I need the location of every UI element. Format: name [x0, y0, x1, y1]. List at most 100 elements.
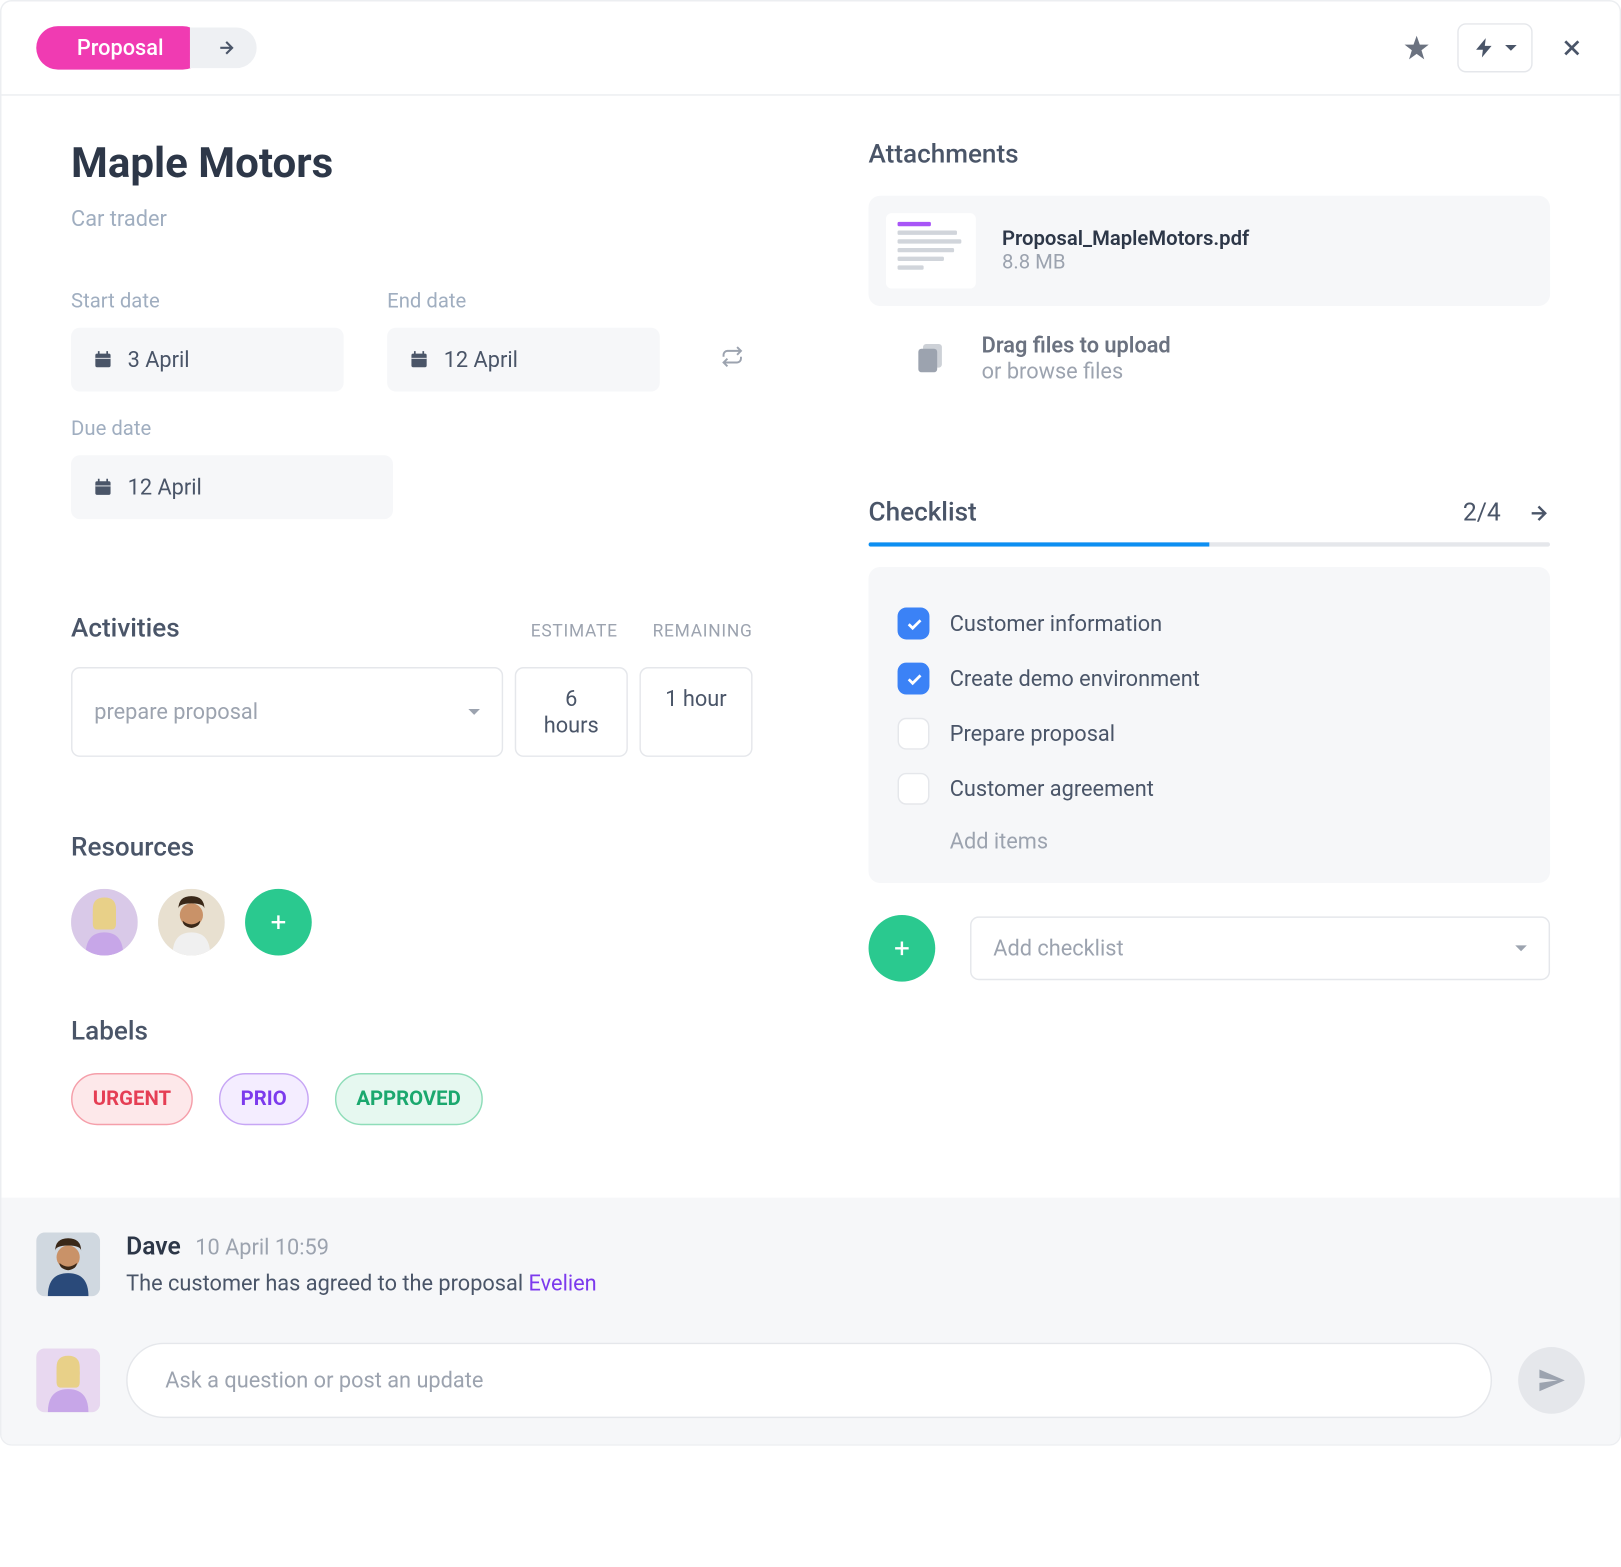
comment-body: Dave 10 April 10:59 The customer has agr… — [126, 1233, 1585, 1297]
checklist-item: Prepare proposal — [898, 706, 1522, 761]
activities-title: Activities — [71, 613, 180, 643]
next-stage-button[interactable] — [190, 28, 257, 69]
arrow-right-icon — [216, 38, 236, 58]
add-items-button[interactable]: Add items — [898, 816, 1522, 854]
check-icon — [904, 614, 923, 633]
current-user-avatar[interactable] — [36, 1349, 100, 1413]
file-thumbnail — [886, 213, 976, 288]
start-date-group: Start date 3 April — [71, 290, 344, 392]
right-column: Attachments Proposal_MapleMotors.pdf 8.8… — [869, 139, 1551, 1125]
repeat-button[interactable] — [703, 328, 761, 392]
compose-row: Ask a question or post an update — [36, 1325, 1585, 1444]
estimate-label: ESTIMATE — [531, 621, 618, 641]
add-resource-button[interactable] — [245, 889, 312, 956]
compose-input[interactable]: Ask a question or post an update — [126, 1343, 1492, 1418]
end-date-group: End date 12 April — [387, 290, 660, 392]
labels-section: Labels URGENT PRIO APPROVED — [71, 1016, 753, 1125]
file-name: Proposal_MapleMotors.pdf — [1002, 228, 1249, 251]
send-icon — [1537, 1366, 1566, 1395]
comment-header: Dave 10 April 10:59 — [126, 1233, 1585, 1262]
start-date-value: 3 April — [128, 347, 190, 373]
add-checklist-select[interactable]: Add checklist — [970, 916, 1550, 980]
caret-down-icon — [1505, 45, 1517, 51]
upload-dropzone[interactable]: Drag files to upload or browse files — [869, 306, 1551, 410]
mention-link[interactable]: Evelien — [529, 1270, 597, 1296]
add-checklist-row: Add checklist — [869, 915, 1551, 982]
record-modal: Proposal Maple Motors Car trader Start d… — [0, 0, 1621, 1446]
caret-down-icon — [1515, 945, 1527, 951]
labels-row: URGENT PRIO APPROVED — [71, 1073, 753, 1125]
checklist-item: Customer information — [898, 596, 1522, 651]
checklist-progress-fill — [869, 542, 1210, 546]
repeat-icon — [721, 345, 744, 368]
label-approved[interactable]: APPROVED — [335, 1073, 483, 1125]
checklist-item-label: Prepare proposal — [950, 721, 1115, 747]
start-date-input[interactable]: 3 April — [71, 328, 344, 392]
check-icon — [904, 669, 923, 688]
caret-down-icon — [468, 709, 480, 715]
checklist-item-label: Customer agreement — [950, 776, 1154, 802]
files-icon — [912, 339, 950, 377]
modal-body: Maple Motors Car trader Start date 3 Apr… — [1, 96, 1619, 1198]
due-date-value: 12 April — [128, 474, 202, 500]
calendar-icon — [93, 349, 113, 369]
due-date-input[interactable]: 12 April — [71, 455, 393, 519]
checkbox-unchecked[interactable] — [898, 773, 930, 805]
header-actions — [1402, 23, 1585, 72]
due-date-group: Due date 12 April — [71, 418, 393, 520]
label-prio[interactable]: PRIO — [219, 1073, 309, 1125]
add-checklist-placeholder: Add checklist — [993, 935, 1123, 961]
calendar-icon — [93, 477, 113, 497]
add-checklist-button[interactable] — [869, 915, 936, 982]
resources-section: Resources — [71, 832, 753, 955]
checkbox-checked[interactable] — [898, 663, 930, 695]
remaining-field[interactable]: 1 hour — [639, 667, 752, 757]
resources-title: Resources — [71, 832, 753, 862]
checklist-progress-bar — [869, 542, 1551, 546]
upload-sub-text: or browse files — [982, 358, 1171, 384]
actions-dropdown[interactable] — [1457, 23, 1532, 72]
activity-name: prepare proposal — [94, 699, 258, 725]
activities-header: Activities ESTIMATE REMAINING — [71, 613, 753, 643]
resource-avatar-2[interactable] — [158, 889, 225, 956]
estimate-field[interactable]: 6 hours — [515, 667, 628, 757]
close-icon[interactable] — [1559, 35, 1585, 61]
send-button[interactable] — [1518, 1347, 1585, 1414]
checklist-progress-text: 2/4 — [1463, 498, 1501, 527]
star-icon[interactable] — [1402, 33, 1431, 62]
due-date-label: Due date — [71, 418, 393, 441]
attachment-item[interactable]: Proposal_MapleMotors.pdf 8.8 MB — [869, 196, 1551, 306]
checkbox-unchecked[interactable] — [898, 718, 930, 750]
record-title: Maple Motors — [71, 139, 753, 188]
file-size: 8.8 MB — [1002, 251, 1249, 274]
checklist-item-label: Create demo environment — [950, 666, 1200, 692]
file-info: Proposal_MapleMotors.pdf 8.8 MB — [1002, 228, 1249, 274]
label-urgent[interactable]: URGENT — [71, 1073, 193, 1125]
plus-icon — [267, 911, 290, 934]
attachments-title: Attachments — [869, 139, 1551, 169]
resource-avatars — [71, 889, 753, 956]
comment-text: The customer has agreed to the proposal … — [126, 1270, 1585, 1296]
record-subtitle: Car trader — [71, 206, 753, 232]
checkbox-checked[interactable] — [898, 608, 930, 640]
activity-select[interactable]: prepare proposal — [71, 667, 503, 757]
plus-icon — [890, 937, 913, 960]
end-date-input[interactable]: 12 April — [387, 328, 660, 392]
checklist-header-right: 2/4 — [1463, 498, 1550, 527]
stage-controls: Proposal — [36, 26, 256, 70]
start-date-label: Start date — [71, 290, 344, 313]
checklist-header: Checklist 2/4 — [869, 497, 1551, 527]
comment-author-avatar[interactable] — [36, 1233, 100, 1297]
activities-columns: ESTIMATE REMAINING — [531, 621, 753, 641]
stage-badge[interactable]: Proposal — [36, 26, 204, 70]
end-date-label: End date — [387, 290, 660, 313]
calendar-icon — [409, 349, 429, 369]
resource-avatar-1[interactable] — [71, 889, 138, 956]
checklist-box: Customer information Create demo environ… — [869, 567, 1551, 883]
end-date-value: 12 April — [444, 347, 518, 373]
checklist-section: Checklist 2/4 Customer information — [869, 497, 1551, 981]
modal-header: Proposal — [1, 1, 1619, 95]
checklist-item: Create demo environment — [898, 651, 1522, 706]
arrow-right-icon[interactable] — [1527, 501, 1550, 524]
remaining-label: REMAINING — [653, 621, 753, 641]
